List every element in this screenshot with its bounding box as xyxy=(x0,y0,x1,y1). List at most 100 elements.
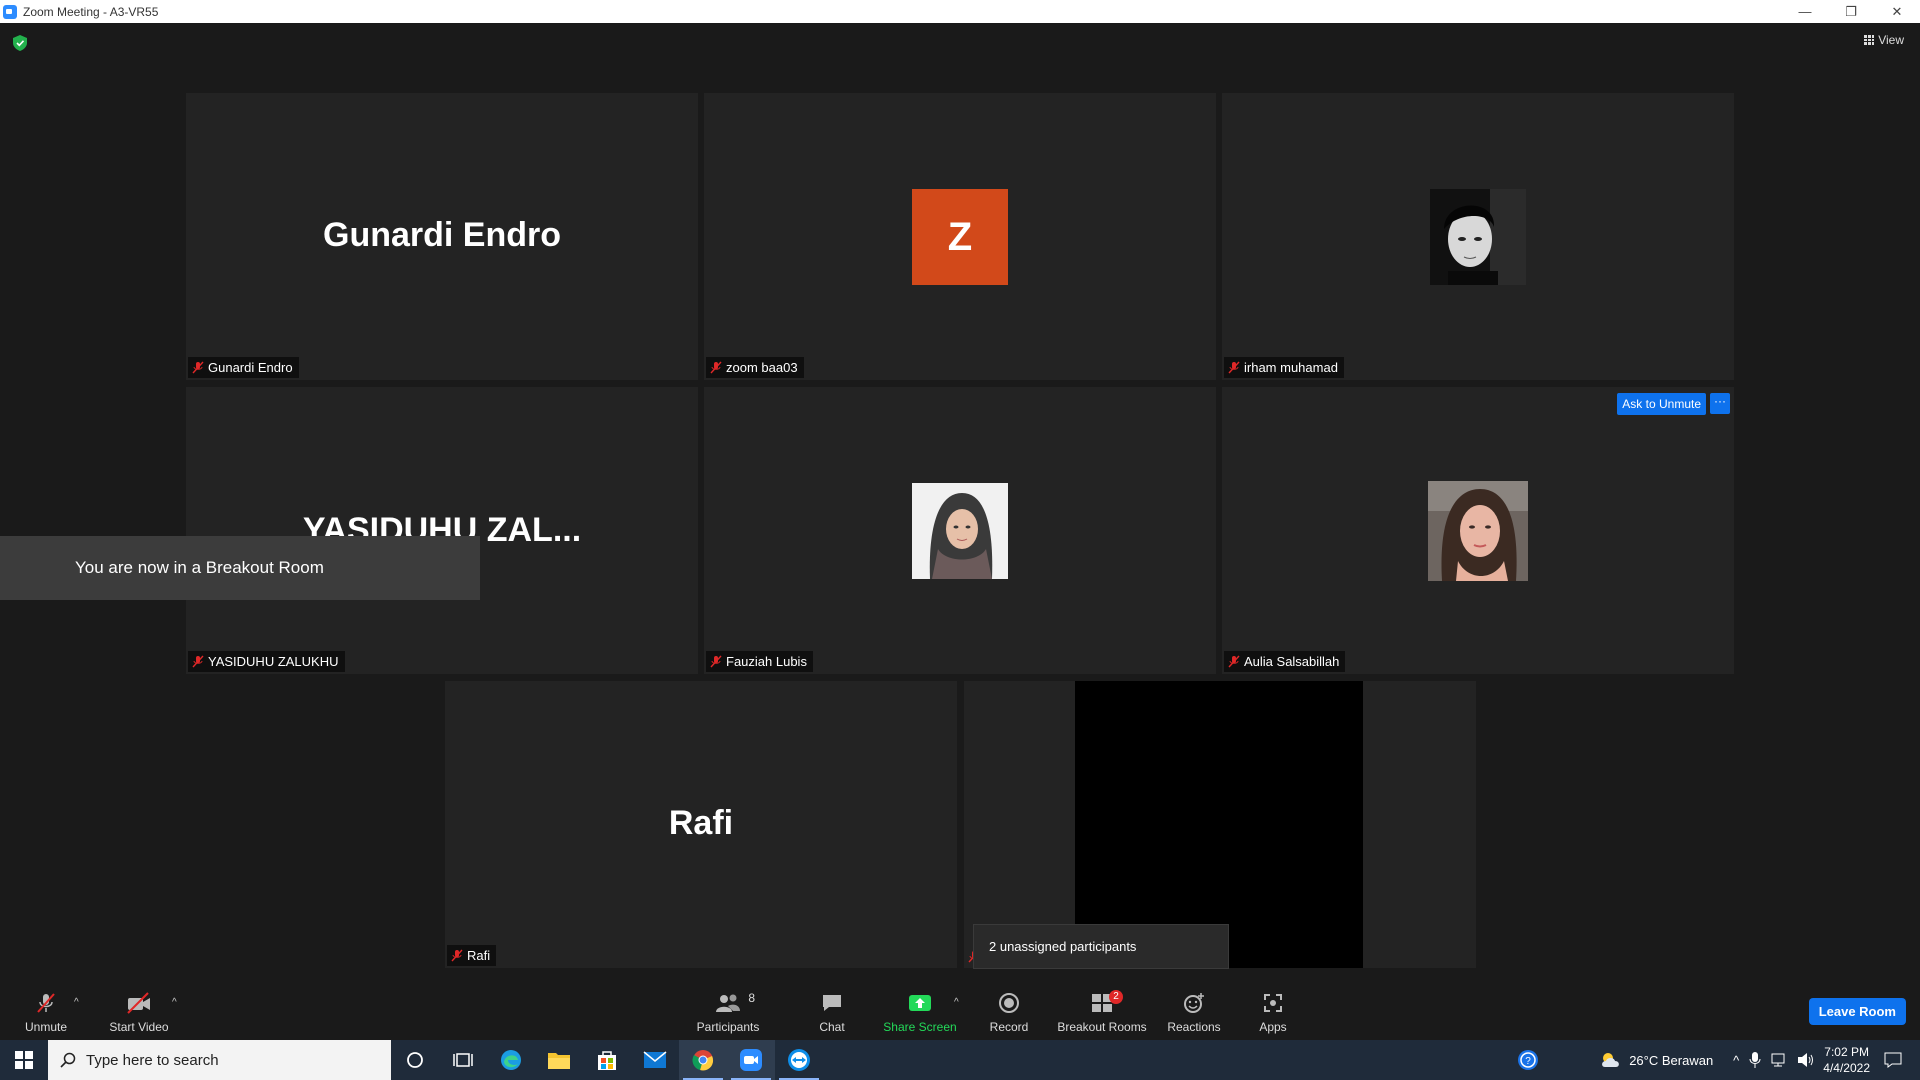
grid-icon xyxy=(1864,35,1875,45)
show-hidden-icons-chevron-icon[interactable]: ^ xyxy=(1733,1053,1739,1068)
participant-display-name: Rafi xyxy=(668,804,734,842)
chrome-app[interactable] xyxy=(679,1040,727,1080)
audio-options-caret[interactable]: ^ xyxy=(74,997,79,1008)
participant-name-label: Rafi xyxy=(447,945,497,966)
help-icon[interactable]: ? xyxy=(1517,1049,1539,1071)
edge-icon xyxy=(501,1050,521,1070)
muted-mic-icon xyxy=(451,949,463,962)
cortana-button[interactable] xyxy=(391,1040,439,1080)
participant-display-name: Gunardi Endro xyxy=(323,216,561,254)
windows-logo-icon xyxy=(15,1051,33,1069)
store-icon xyxy=(598,1051,616,1070)
taskbar-clock[interactable]: 7:02 PM 4/4/2022 xyxy=(1823,1044,1870,1076)
participant-name-label: zoom baa03 xyxy=(706,357,804,378)
avatar xyxy=(912,483,1008,579)
participant-name-label: Aulia Salsabillah xyxy=(1224,651,1346,672)
taskbar-search-input[interactable]: Type here to search xyxy=(48,1040,391,1080)
store-app[interactable] xyxy=(583,1040,631,1080)
breakout-rooms-badge: 2 xyxy=(1109,990,1123,1004)
chat-button[interactable]: Chat xyxy=(812,980,852,1040)
muted-mic-icon xyxy=(710,361,722,374)
network-icon[interactable] xyxy=(1771,1052,1789,1068)
share-screen-icon xyxy=(909,995,931,1011)
avatar xyxy=(1430,189,1526,285)
unassigned-participants-tooltip[interactable]: 2 unassigned participants xyxy=(973,924,1229,969)
muted-mic-icon xyxy=(1228,361,1240,374)
muted-mic-icon xyxy=(192,655,204,668)
video-tile-fauziah-lubis[interactable]: Fauziah Lubis xyxy=(704,387,1216,674)
share-screen-button[interactable]: Share Screen xyxy=(882,980,958,1040)
video-options-caret[interactable]: ^ xyxy=(172,997,177,1008)
file-explorer-app[interactable] xyxy=(535,1040,583,1080)
windows-taskbar: Type here to search ? 26°C Berawan ^ 7:0… xyxy=(0,1040,1920,1080)
teamviewer-icon xyxy=(788,1049,810,1071)
view-label: View xyxy=(1878,33,1904,47)
system-tray: ? 26°C Berawan ^ 7:02 PM 4/4/2022 xyxy=(1517,1040,1920,1080)
muted-mic-icon xyxy=(1228,655,1240,668)
participant-name-label: Fauziah Lubis xyxy=(706,651,813,672)
close-button[interactable]: ✕ xyxy=(1874,0,1920,23)
folder-icon xyxy=(548,1053,570,1069)
teamviewer-app[interactable] xyxy=(775,1040,823,1080)
chrome-icon xyxy=(692,1050,714,1071)
task-view-icon xyxy=(453,1053,473,1067)
window-title-bar: Zoom Meeting - A3-VR55 — ❐ ✕ xyxy=(0,0,1920,23)
muted-mic-icon xyxy=(37,993,55,1013)
participants-button[interactable]: 8 Participants xyxy=(690,980,766,1040)
video-tile-irham-muhamad[interactable]: irham muhamad xyxy=(1222,93,1734,380)
share-options-caret[interactable]: ^ xyxy=(954,997,959,1008)
mail-app[interactable] xyxy=(631,1040,679,1080)
reactions-button[interactable]: Reactions xyxy=(1164,980,1224,1040)
meeting-toolbar: Unmute ^ Start Video ^ 8 Participants Ch… xyxy=(0,980,1920,1040)
start-video-button[interactable]: Start Video xyxy=(104,980,174,1040)
participants-count: 8 xyxy=(748,991,755,1005)
video-tile-rafi[interactable]: Rafi Rafi xyxy=(445,681,957,968)
task-view-button[interactable] xyxy=(439,1040,487,1080)
apps-button[interactable]: Apps xyxy=(1254,980,1292,1040)
unmute-button[interactable]: Unmute xyxy=(18,980,74,1040)
video-off-icon xyxy=(127,992,150,1014)
muted-mic-icon xyxy=(710,655,722,668)
participant-name-label: Gunardi Endro xyxy=(188,357,299,378)
volume-icon[interactable] xyxy=(1797,1052,1815,1068)
muted-mic-icon xyxy=(192,361,204,374)
video-tile-aulia-salsabillah[interactable]: Ask to Unmute ··· Aulia Salsabillah xyxy=(1222,387,1734,674)
mail-icon xyxy=(643,1051,667,1068)
chat-icon xyxy=(823,995,841,1011)
svg-text:?: ? xyxy=(1525,1056,1531,1067)
breakout-rooms-button[interactable]: 2 Breakout Rooms xyxy=(1056,980,1148,1040)
participant-name-label: irham muhamad xyxy=(1224,357,1344,378)
leave-room-button[interactable]: Leave Room xyxy=(1808,998,1906,1025)
apps-icon xyxy=(1264,994,1282,1012)
breakout-room-notification: You are now in a Breakout Room xyxy=(0,536,480,600)
avatar xyxy=(1428,481,1528,581)
start-button[interactable] xyxy=(0,1040,48,1080)
weather-label[interactable]: 26°C Berawan xyxy=(1629,1053,1713,1068)
encryption-shield-icon[interactable] xyxy=(13,35,27,51)
meeting-area: View Gunardi Endro Gunardi Endro Z zoom … xyxy=(0,23,1920,980)
avatar: Z xyxy=(912,189,1008,285)
edge-app[interactable] xyxy=(487,1040,535,1080)
restore-button[interactable]: ❐ xyxy=(1828,0,1874,23)
record-icon xyxy=(999,993,1019,1013)
video-tile-gunardi-endro[interactable]: Gunardi Endro Gunardi Endro xyxy=(186,93,698,380)
microphone-icon[interactable] xyxy=(1749,1052,1761,1068)
record-button[interactable]: Record xyxy=(986,980,1032,1040)
participant-name-label: YASIDUHU ZALUKHU xyxy=(188,651,345,672)
notifications-icon[interactable] xyxy=(1884,1052,1902,1068)
weather-cloud-icon xyxy=(1602,1053,1620,1067)
reactions-icon xyxy=(1184,993,1204,1013)
video-tile-yasiduhu-zalukhu[interactable]: YASIDUHU ZAL... YASIDUHU ZALUKHU xyxy=(186,387,698,674)
zoom-icon xyxy=(740,1049,762,1071)
window-title: Zoom Meeting - A3-VR55 xyxy=(23,4,159,19)
view-button[interactable]: View xyxy=(1864,33,1904,47)
zoom-app-icon xyxy=(3,4,17,19)
ask-to-unmute-button[interactable]: Ask to Unmute xyxy=(1617,393,1706,415)
participants-icon xyxy=(716,994,740,1012)
zoom-app[interactable] xyxy=(727,1040,775,1080)
video-tile-zoom-baa03[interactable]: Z zoom baa03 xyxy=(704,93,1216,380)
minimize-button[interactable]: — xyxy=(1782,0,1828,23)
more-options-button[interactable]: ··· xyxy=(1710,393,1730,414)
cortana-icon xyxy=(407,1052,423,1068)
search-icon xyxy=(60,1052,76,1068)
